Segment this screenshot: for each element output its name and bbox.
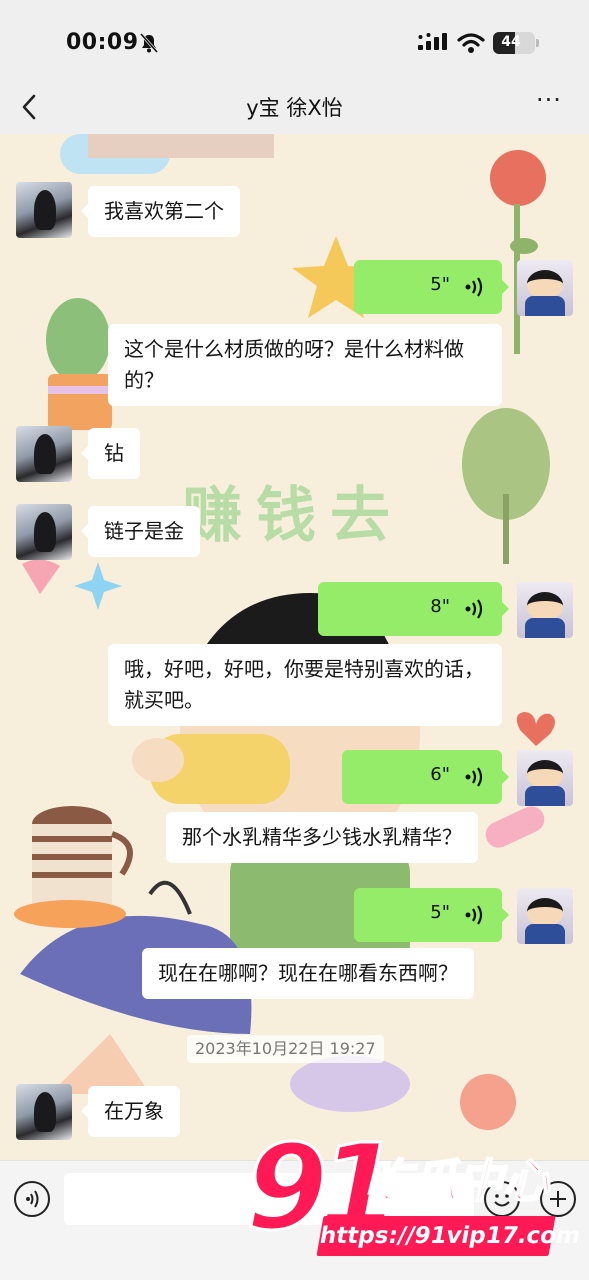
more-icon[interactable]: ···: [536, 88, 568, 118]
message-bubble[interactable]: 这个是什么材质做的呀？是什么材料做的？: [108, 324, 502, 406]
signal-icon: [418, 33, 447, 50]
message-bubble[interactable]: 在万象: [81, 1086, 180, 1137]
message-bubble[interactable]: 链子是金: [81, 506, 200, 557]
voice-wave-icon: [465, 277, 483, 297]
message-bubble[interactable]: 那个水乳精华多少钱水乳精华？: [166, 812, 478, 863]
my-avatar[interactable]: [517, 582, 573, 638]
status-bar: 00:09 44: [0, 0, 589, 82]
contact-avatar[interactable]: [16, 426, 72, 482]
contact-avatar[interactable]: [16, 182, 72, 238]
voice-message[interactable]: 6": [342, 750, 509, 804]
voice-duration: 8": [430, 596, 450, 617]
background-slogan: 赚钱去: [182, 481, 404, 551]
wifi-icon: [457, 33, 485, 53]
my-avatar[interactable]: [517, 260, 573, 316]
voice-message[interactable]: 5": [354, 260, 509, 314]
watermark-name: 吃瓜中心: [364, 1154, 550, 1208]
message-bubble[interactable]: 钻: [81, 428, 140, 479]
my-avatar[interactable]: [517, 888, 573, 944]
battery-icon: 44: [493, 32, 539, 54]
voice-duration: 5": [430, 274, 450, 295]
watermark-url: https://91vip17.com: [316, 1216, 582, 1256]
voice-message[interactable]: 5": [354, 888, 509, 942]
voice-duration: 6": [430, 764, 450, 785]
nav-bar: y宝 徐X怡 ···: [0, 82, 589, 134]
chat-title: y宝 徐X怡: [246, 96, 343, 120]
contact-avatar[interactable]: [16, 504, 72, 560]
contact-avatar[interactable]: [16, 1084, 72, 1140]
voice-wave-icon: [465, 767, 483, 787]
bell-muted-icon: [140, 33, 158, 53]
message-bubble[interactable]: 哦，好吧，好吧，你要是特别喜欢的话，就买吧。: [108, 644, 502, 726]
message-bubble[interactable]: 现在在哪啊？现在在哪看东西啊？: [142, 948, 474, 999]
status-time: 00:09: [66, 30, 139, 55]
chat-timestamp: 2023年10月22日 19:27: [187, 1035, 384, 1063]
voice-input-icon[interactable]: [14, 1181, 50, 1217]
battery-level: 44: [501, 34, 521, 50]
voice-message[interactable]: 8": [318, 582, 509, 636]
voice-wave-icon: [465, 599, 483, 619]
message-bubble[interactable]: 我喜欢第二个: [81, 186, 240, 237]
voice-duration: 5": [430, 902, 450, 923]
voice-wave-icon: [465, 905, 483, 925]
my-avatar[interactable]: [517, 750, 573, 806]
